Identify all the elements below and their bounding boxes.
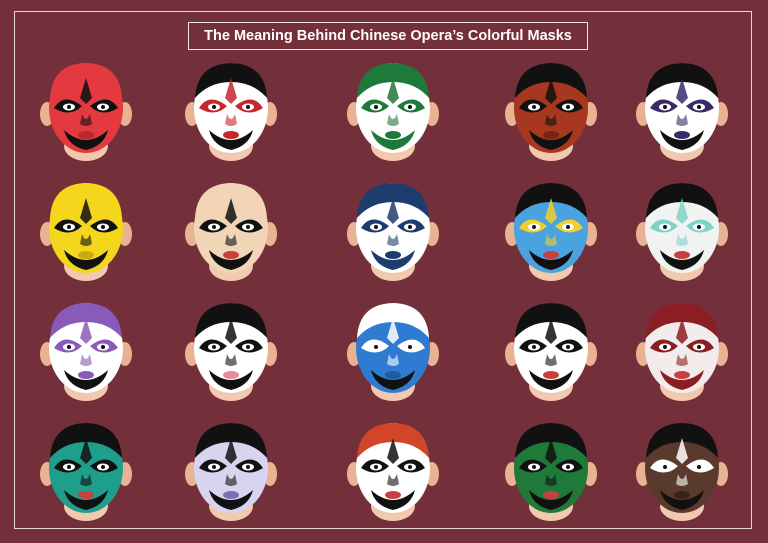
yellow-mask-drawing <box>40 183 132 281</box>
green-white-mask <box>345 58 441 162</box>
white-purple-line-mask <box>634 58 730 162</box>
purple-mask-drawing <box>40 303 132 401</box>
white-pink-stripe-mask-drawing <box>505 303 597 401</box>
clown-mask <box>183 178 279 282</box>
sky-blue-gold-mask-drawing <box>505 183 597 281</box>
white-red-brow-mask <box>183 58 279 162</box>
ornate-black-mask-drawing <box>347 423 439 521</box>
blue-mask-drawing <box>347 303 439 401</box>
green-white-mask-drawing <box>347 63 439 161</box>
teal-yinyang-mask <box>38 418 134 522</box>
dark-brown-mask-drawing <box>636 423 728 521</box>
clown-mask-drawing <box>185 183 277 281</box>
white-teal-stripe-mask-drawing <box>636 183 728 281</box>
white-purple-line-mask-drawing <box>636 63 728 161</box>
ornate-black-mask <box>345 418 441 522</box>
navy-swirl-mask <box>345 178 441 282</box>
purple-mask <box>38 298 134 402</box>
lavender-mask-drawing <box>185 423 277 521</box>
yellow-mask <box>38 178 134 282</box>
dark-brown-mask <box>634 418 730 522</box>
white-red-hair-mask <box>634 298 730 402</box>
red-yinyang-mask <box>38 58 134 162</box>
blue-mask <box>345 298 441 402</box>
navy-swirl-mask-drawing <box>347 183 439 281</box>
teal-yinyang-mask-drawing <box>40 423 132 521</box>
pink-black-mask <box>183 298 279 402</box>
mask-grid <box>0 0 768 543</box>
white-red-hair-mask-drawing <box>636 303 728 401</box>
white-red-brow-mask-drawing <box>185 63 277 161</box>
white-pink-stripe-mask <box>503 298 599 402</box>
red-yinyang-mask-drawing <box>40 63 132 161</box>
sky-blue-gold-mask <box>503 178 599 282</box>
brown-red-mask <box>503 58 599 162</box>
pink-black-mask-drawing <box>185 303 277 401</box>
lavender-mask <box>183 418 279 522</box>
brown-red-mask-drawing <box>505 63 597 161</box>
white-teal-stripe-mask <box>634 178 730 282</box>
dark-green-mask <box>503 418 599 522</box>
poster-canvas: The Meaning Behind Chinese Opera’s Color… <box>0 0 768 543</box>
dark-green-mask-drawing <box>505 423 597 521</box>
